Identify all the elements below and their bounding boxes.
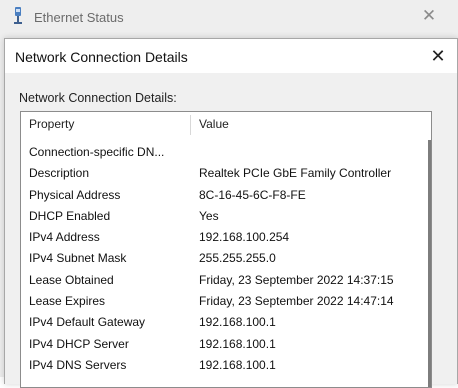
list-row[interactable]: Physical Address 8C-16-45-6C-F8-FE [21, 185, 421, 206]
row-property: DHCP Enabled [29, 208, 111, 223]
network-adapter-icon [10, 6, 26, 26]
list-row[interactable]: IPv4 Subnet Mask 255.255.255.0 [21, 248, 421, 269]
row-property: Lease Expires [29, 294, 106, 309]
row-property: Connection-specific DN... [29, 145, 165, 159]
row-property: Lease Obtained [29, 272, 114, 287]
row-property: IPv4 DNS Servers [29, 357, 127, 372]
row-value: Realtek PCIe GbE Family Controller [199, 166, 392, 181]
row-property: Physical Address [29, 187, 121, 202]
row-value: 192.168.100.1 [199, 336, 276, 351]
list-row[interactable]: IPv4 DNS Servers 192.168.100.1 [21, 355, 421, 376]
list-header: Property Value [21, 112, 431, 136]
list-row[interactable]: Connection-specific DN... [21, 142, 421, 163]
dialog-close-icon[interactable]: ✕ [425, 43, 451, 69]
row-value: Yes [199, 208, 219, 223]
list-row[interactable]: IPv4 Address 192.168.100.254 [21, 227, 421, 248]
row-value: 192.168.100.1 [199, 315, 276, 330]
column-header-property[interactable]: Property [29, 117, 74, 131]
list-rows: Connection-specific DN... Description Re… [21, 142, 421, 376]
list-row[interactable]: IPv4 Default Gateway 192.168.100.1 [21, 312, 421, 333]
details-group-label: Network Connection Details: [19, 91, 177, 105]
row-value: Friday, 23 September 2022 14:37:15 [199, 272, 394, 287]
column-divider[interactable] [190, 115, 191, 135]
row-property: IPv4 Subnet Mask [29, 251, 127, 266]
network-connection-details-dialog: Network Connection Details ✕ Network Con… [4, 38, 458, 388]
details-listview[interactable]: Property Value Connection-specific DN...… [20, 111, 432, 388]
list-row[interactable]: Description Realtek PCIe GbE Family Cont… [21, 163, 421, 184]
column-header-value[interactable]: Value [199, 117, 229, 131]
row-value: Friday, 23 September 2022 14:47:14 [199, 294, 394, 309]
ethernet-status-titlebar: Ethernet Status ✕ [0, 0, 458, 36]
row-property: IPv4 Default Gateway [29, 315, 146, 330]
row-value: 8C-16-45-6C-F8-FE [199, 187, 306, 202]
row-property: IPv4 Address [29, 230, 100, 245]
dialog-titlebar: Network Connection Details ✕ [5, 39, 457, 73]
row-value: 192.168.100.1 [199, 357, 276, 372]
list-row[interactable]: IPv4 DHCP Server 192.168.100.1 [21, 334, 421, 355]
ethernet-status-title: Ethernet Status [34, 10, 124, 25]
row-property: IPv4 DHCP Server [29, 336, 129, 351]
list-row[interactable]: DHCP Enabled Yes [21, 206, 421, 227]
row-property: Description [29, 166, 90, 181]
vertical-scrollbar[interactable] [428, 140, 431, 387]
dialog-title: Network Connection Details [15, 49, 188, 65]
list-row[interactable]: Lease Obtained Friday, 23 September 2022… [21, 270, 421, 291]
row-value: 255.255.255.0 [199, 251, 276, 266]
row-value: 192.168.100.254 [199, 230, 290, 245]
list-row[interactable]: Lease Expires Friday, 23 September 2022 … [21, 291, 421, 312]
ethernet-status-close-icon[interactable]: ✕ [417, 4, 441, 28]
